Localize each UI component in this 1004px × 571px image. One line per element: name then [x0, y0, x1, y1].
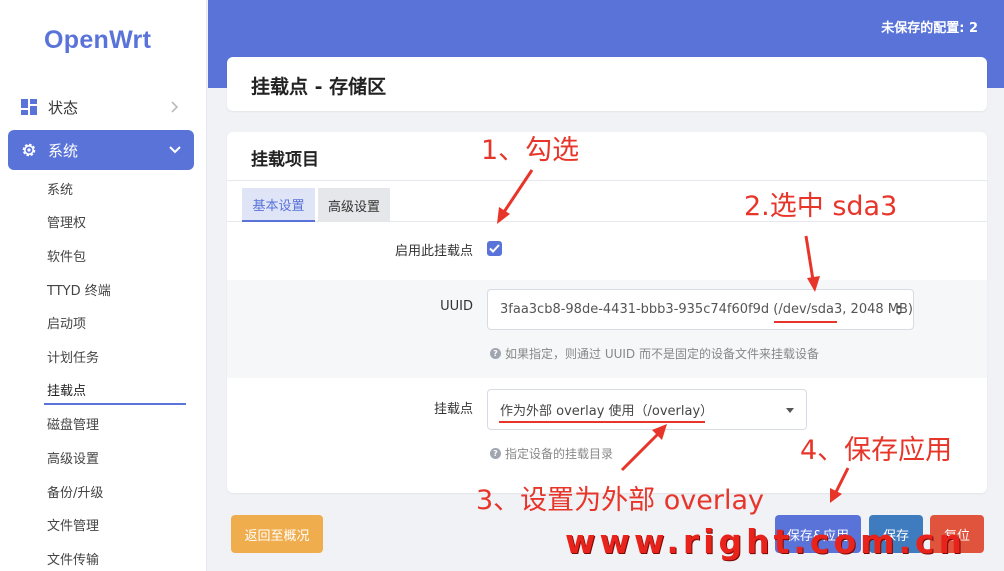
sidebar-subitem-disk[interactable]: 磁盘管理 — [47, 414, 99, 433]
sidebar: OpenWrt 状态 系统 系统 管理权 软件包 TTYD 终端 启动项 计划任… — [0, 0, 207, 571]
sidebar-subitem-packages[interactable]: 软件包 — [47, 246, 86, 265]
uuid-value: 3faa3cb8-98de-4431-bbb3-935c74f60f9d (/d… — [500, 302, 913, 317]
annotation-underline-overlay — [499, 421, 705, 423]
unsaved-changes-link[interactable]: 未保存的配置: 2 — [881, 17, 978, 36]
chevron-down-icon — [166, 146, 184, 154]
annotation-underline-sda3 — [774, 321, 837, 323]
select-arrows-icon — [896, 305, 902, 315]
enable-mount-label: 启用此挂载点 — [394, 244, 473, 259]
sidebar-subitem-filemanager[interactable]: 文件管理 — [47, 515, 99, 534]
annotation-step3: 3、设置为外部 overlay — [476, 485, 764, 516]
section-title: 挂载项目 — [251, 150, 319, 170]
page-title: 挂载点 - 存储区 — [251, 76, 387, 98]
uuid-help: ? 如果指定，则通过 UUID 而不是固定的设备文件来挂载设备 — [490, 345, 819, 362]
enable-mount-checkbox[interactable] — [487, 241, 502, 256]
active-indicator — [44, 403, 186, 405]
mount-point-select[interactable]: 作为外部 overlay 使用（/overlay） — [487, 389, 807, 430]
annotation-step2: 2.选中 sda3 — [744, 191, 898, 222]
sidebar-item-label: 状态 — [48, 98, 79, 117]
help-icon: ? — [490, 348, 501, 359]
checkmark-icon — [489, 244, 500, 253]
chevron-right-icon — [166, 101, 184, 113]
sidebar-subitem-ttyd[interactable]: TTYD 终端 — [47, 280, 111, 299]
dashboard-icon — [20, 98, 38, 116]
openwrt-logo[interactable]: OpenWrt — [44, 26, 151, 55]
mount-point-label: 挂载点 — [433, 402, 473, 417]
caret-down-icon — [786, 408, 794, 413]
tab-basic-settings[interactable]: 基本设置 — [242, 188, 315, 222]
sidebar-item-system[interactable]: 系统 — [8, 130, 194, 170]
mount-help-text: 指定设备的挂载目录 — [505, 447, 614, 461]
sidebar-subitem-admin[interactable]: 管理权 — [47, 212, 86, 231]
annotation-step4: 4、保存应用 — [800, 435, 953, 466]
sidebar-subitem-filetransfer[interactable]: 文件传输 — [47, 549, 99, 568]
help-icon: ? — [490, 448, 501, 459]
sidebar-item-status[interactable]: 状态 — [8, 87, 194, 127]
uuid-help-text: 如果指定，则通过 UUID 而不是固定的设备文件来挂载设备 — [505, 347, 819, 361]
back-to-overview-button[interactable]: 返回至概况 — [231, 515, 323, 553]
sidebar-subitem-startup[interactable]: 启动项 — [47, 313, 86, 332]
mount-point-value: 作为外部 overlay 使用（/overlay） — [500, 404, 714, 419]
page-title-card: 挂载点 - 存储区 — [227, 57, 987, 111]
sidebar-subitem-advanced[interactable]: 高级设置 — [47, 448, 99, 467]
sidebar-subitem-mounts[interactable]: 挂载点 — [47, 380, 86, 399]
sidebar-subitem-backup[interactable]: 备份/升级 — [47, 482, 103, 501]
mount-help: ? 指定设备的挂载目录 — [490, 445, 613, 462]
sidebar-subitem-system[interactable]: 系统 — [47, 179, 73, 198]
sidebar-subitem-crontab[interactable]: 计划任务 — [47, 347, 99, 366]
annotation-step1: 1、勾选 — [481, 135, 580, 166]
tab-advanced-settings[interactable]: 高级设置 — [318, 188, 390, 222]
gear-icon — [20, 141, 38, 159]
sidebar-item-label: 系统 — [48, 141, 79, 160]
watermark: www.right.com.cn — [565, 522, 967, 561]
uuid-select[interactable]: 3faa3cb8-98de-4431-bbb3-935c74f60f9d (/d… — [487, 289, 914, 330]
uuid-label: UUID — [440, 299, 473, 314]
